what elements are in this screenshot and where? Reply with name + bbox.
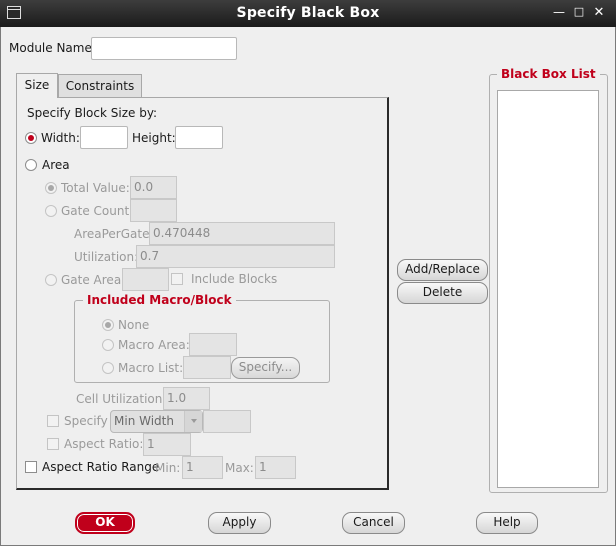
- title-bar[interactable]: Specify Black Box — □ ✕: [0, 0, 616, 27]
- area-per-gate-input[interactable]: 0.470448: [149, 222, 335, 245]
- include-blocks-label: Include Blocks: [191, 272, 278, 286]
- macro-none-label: None: [118, 318, 150, 332]
- max-input[interactable]: 1: [255, 456, 296, 479]
- gate-count-radio[interactable]: [45, 205, 57, 217]
- macro-list-input[interactable]: [183, 356, 231, 379]
- gate-area-radio[interactable]: [45, 274, 57, 286]
- apply-button[interactable]: Apply: [208, 512, 271, 534]
- cell-util-label: Cell Utilization:: [76, 392, 167, 406]
- area-label: Area: [42, 158, 70, 172]
- maximize-icon[interactable]: □: [571, 5, 587, 18]
- minimize-icon[interactable]: —: [551, 5, 567, 19]
- include-blocks-checkbox[interactable]: [171, 273, 183, 285]
- macro-none-radio[interactable]: [102, 319, 114, 331]
- delete-button[interactable]: Delete: [397, 282, 488, 304]
- height-label: Height:: [132, 131, 176, 145]
- specify-check-label: Specify: [64, 414, 108, 428]
- utilization-label: Utilization:: [74, 250, 139, 264]
- min-input[interactable]: 1: [182, 456, 223, 479]
- cancel-button[interactable]: Cancel: [342, 512, 405, 534]
- specify-checkbox[interactable]: [47, 415, 59, 427]
- add-replace-button[interactable]: Add/Replace: [397, 259, 488, 281]
- aspect-ratio-checkbox[interactable]: [47, 438, 59, 450]
- width-label: Width:: [41, 131, 80, 145]
- aspect-ratio-input[interactable]: 1: [143, 433, 191, 456]
- tab-size[interactable]: Size: [16, 73, 58, 98]
- area-per-gate-label: AreaPerGate:: [74, 227, 154, 241]
- blackbox-list[interactable]: [497, 90, 599, 488]
- aspect-range-label: Aspect Ratio Range: [42, 460, 160, 474]
- gate-area-label: Gate Area:: [61, 273, 126, 287]
- height-input[interactable]: [175, 126, 223, 149]
- specify-combo-input[interactable]: [203, 410, 251, 433]
- module-name-label: Module Name:: [9, 41, 96, 55]
- aspect-range-checkbox[interactable]: [25, 461, 37, 473]
- macro-area-label: Macro Area:: [118, 338, 190, 352]
- width-input[interactable]: [80, 126, 128, 149]
- cell-util-input[interactable]: 1.0: [163, 387, 210, 410]
- help-button[interactable]: Help: [476, 512, 538, 534]
- max-label: Max:: [225, 461, 254, 475]
- gate-count-input[interactable]: [130, 199, 177, 222]
- area-radio[interactable]: [25, 159, 37, 171]
- macro-area-radio[interactable]: [102, 339, 114, 351]
- module-name-input[interactable]: [91, 37, 237, 60]
- tab-constraints[interactable]: Constraints: [58, 74, 142, 98]
- specify-combo-value: Min Width: [114, 414, 174, 428]
- total-value-label: Total Value:: [61, 181, 130, 195]
- close-icon[interactable]: ✕: [591, 5, 607, 20]
- macro-list-label: Macro List:: [118, 361, 184, 375]
- macro-area-input[interactable]: [189, 333, 237, 356]
- window-title: Specify Black Box: [236, 5, 380, 21]
- specify-combo[interactable]: Min Width: [110, 410, 203, 433]
- chevron-down-icon[interactable]: [184, 411, 202, 432]
- width-radio[interactable]: [25, 132, 37, 144]
- ok-button[interactable]: OK: [75, 512, 135, 534]
- gate-area-input[interactable]: [122, 268, 169, 291]
- utilization-input[interactable]: 0.7: [136, 245, 335, 268]
- blackbox-list-title: Black Box List: [497, 67, 600, 81]
- macro-list-radio[interactable]: [102, 362, 114, 374]
- total-value-input[interactable]: 0.0: [130, 176, 177, 199]
- gate-count-label: Gate Count:: [61, 204, 134, 218]
- aspect-ratio-label: Aspect Ratio:: [64, 437, 144, 451]
- macro-block-group-title: Included Macro/Block: [83, 293, 236, 307]
- total-value-radio[interactable]: [45, 182, 57, 194]
- specify-macro-button[interactable]: Specify...: [231, 357, 300, 379]
- min-label: Min:: [155, 461, 181, 475]
- specify-size-label: Specify Block Size by:: [27, 106, 158, 120]
